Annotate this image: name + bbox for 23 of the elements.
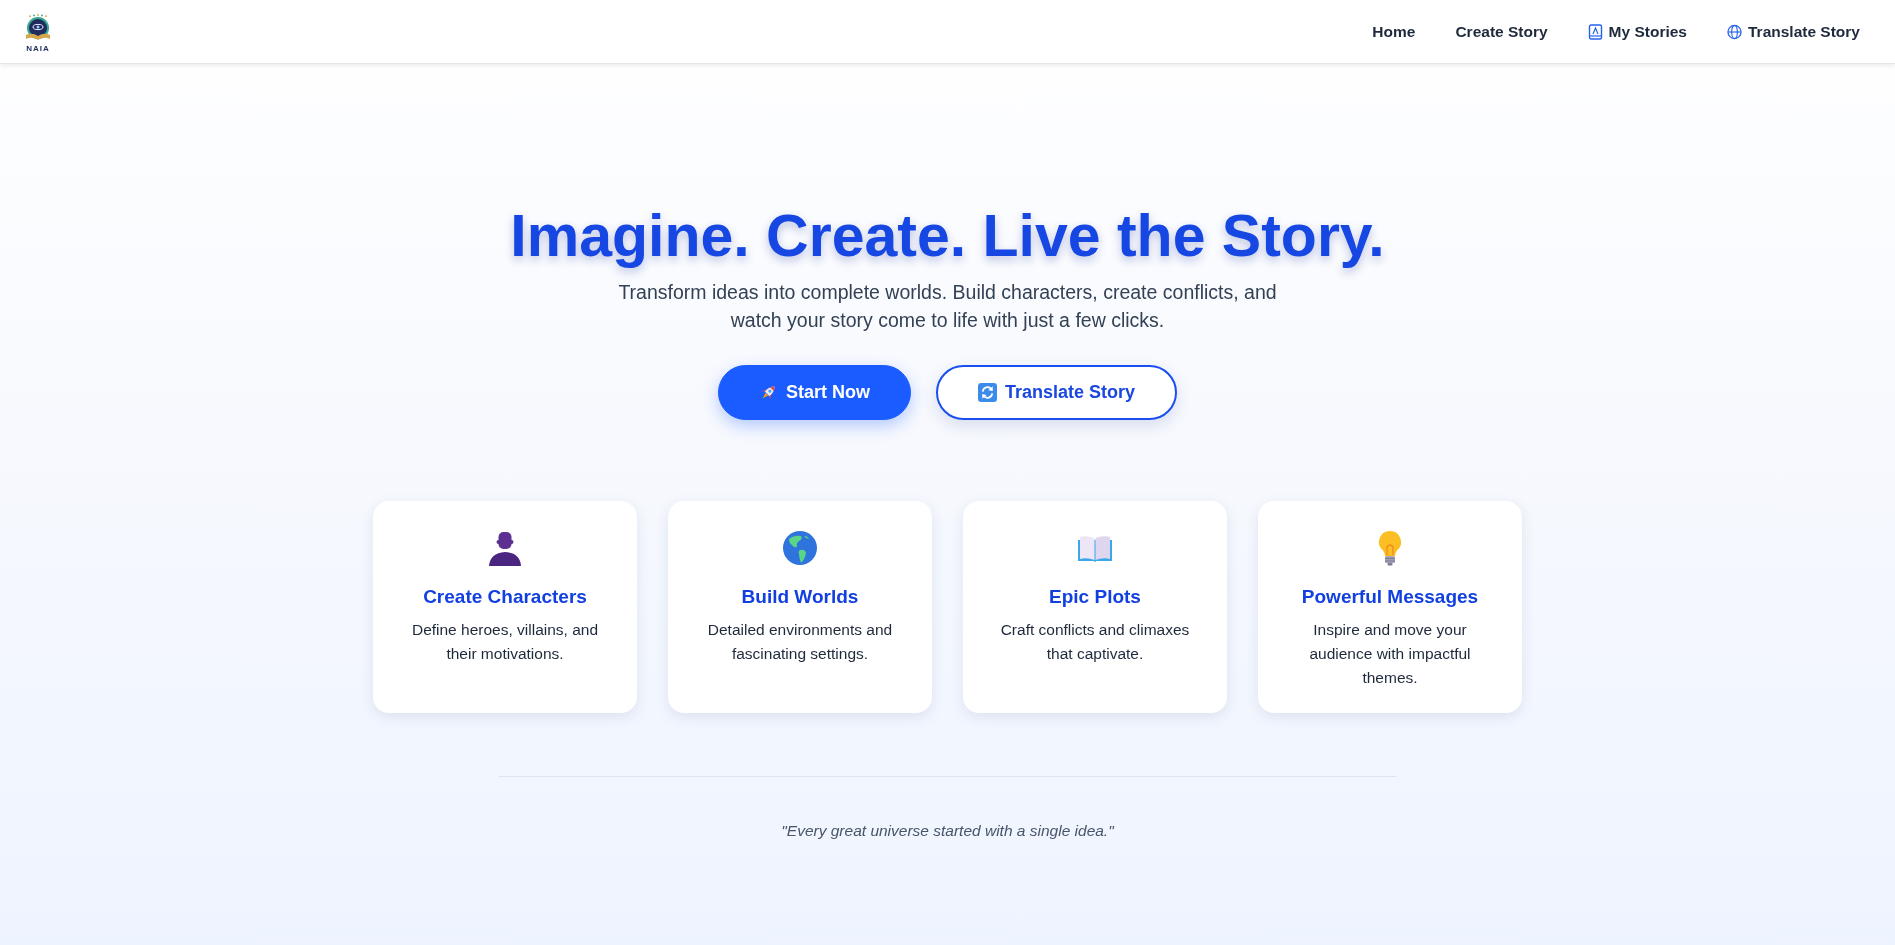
nav-link[interactable]: Home (1372, 22, 1416, 41)
card-title: Create Characters (423, 585, 587, 609)
card-description: Inspire and move your audience with impactful themes. (1308, 620, 1472, 688)
card-description: Detailed environments and fascinating settings. (706, 620, 894, 664)
nav-link[interactable]: Create Story (1455, 22, 1548, 41)
card-title: Epic Plots (1049, 585, 1141, 609)
nav-link[interactable]: My Stories (1587, 22, 1687, 41)
hero-subtitle: Transform ideas into complete worlds. Build characters, create conflicts, and watch your story come to life with just a few clicks. (617, 280, 1278, 333)
globe-icon (1727, 23, 1742, 40)
card-description: Craft conflicts and climaxes that captivate. (999, 620, 1191, 664)
card-title: Build Worlds (741, 585, 859, 609)
translate-button[interactable]: Translate Story (935, 365, 1178, 420)
quote-text: "Every great universe started with a single idea." (781, 821, 1114, 841)
card-description: Define heroes, villains, and their motivations. (410, 620, 600, 664)
nav-link[interactable]: Translate Story (1727, 22, 1860, 41)
person-icon (487, 530, 523, 566)
logo-text: NAIA (26, 44, 50, 53)
book-icon (1587, 23, 1603, 40)
refresh-icon (977, 383, 997, 402)
hero-title: Imagine. Create. Live the Story. (510, 203, 1385, 269)
card-title: Powerful Messages (1301, 585, 1479, 609)
start-button[interactable]: Start Now (717, 365, 911, 420)
globe-icon (782, 530, 818, 566)
